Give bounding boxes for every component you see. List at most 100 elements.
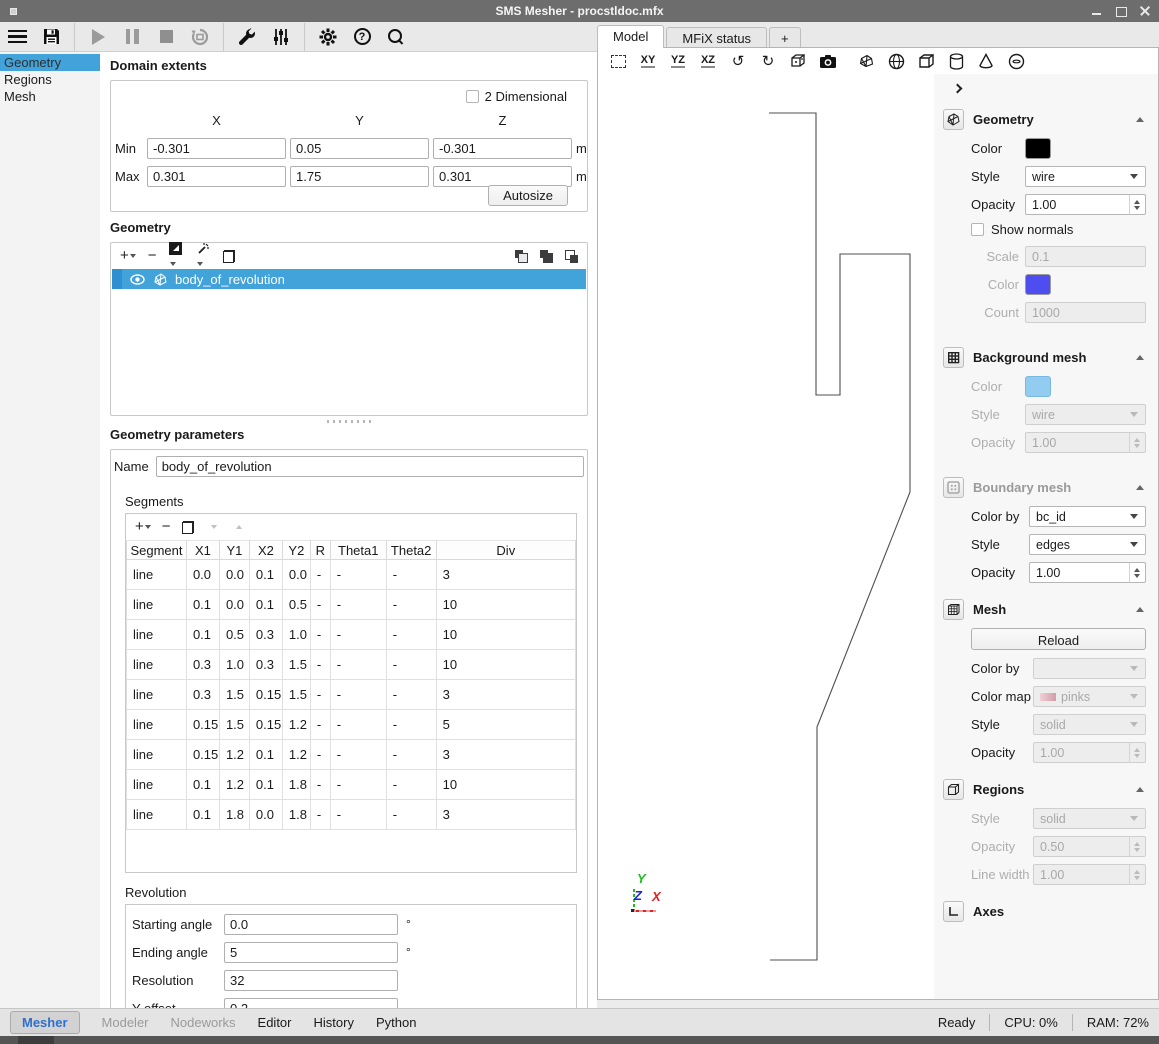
segment-cell[interactable]: 0.5	[219, 620, 249, 650]
intersect-icon[interactable]	[540, 250, 553, 263]
segment-cell[interactable]: line	[127, 800, 187, 830]
mode-modeler[interactable]: Modeler	[102, 1015, 149, 1030]
close-button[interactable]	[1139, 5, 1151, 17]
segment-cell[interactable]: -	[310, 620, 330, 650]
segment-cell[interactable]: 1.5	[282, 650, 310, 680]
segment-cell[interactable]: 1.2	[282, 740, 310, 770]
segment-cell[interactable]: 0.15	[249, 710, 282, 740]
rotate-left-button[interactable]: ↺	[727, 51, 749, 71]
segment-cell[interactable]: -	[330, 770, 386, 800]
tab-mfix-status[interactable]: MFiX status	[666, 27, 767, 48]
segment-cell[interactable]: -	[386, 800, 436, 830]
segment-cell[interactable]: -	[310, 590, 330, 620]
normals-scale-input[interactable]: 0.1	[1025, 246, 1146, 267]
maximize-button[interactable]	[1115, 5, 1127, 17]
segment-cell[interactable]: -	[310, 770, 330, 800]
segment-cell[interactable]: 0.1	[249, 740, 282, 770]
segment-cell[interactable]: -	[386, 710, 436, 740]
segment-cell[interactable]: line	[127, 650, 187, 680]
segment-cell[interactable]: line	[127, 710, 187, 740]
segment-cell[interactable]: line	[127, 620, 187, 650]
boundary-mesh-style-dropdown[interactable]: edges	[1029, 534, 1146, 555]
segment-cell[interactable]: 1.5	[282, 680, 310, 710]
mesh-color-by-dropdown[interactable]	[1033, 658, 1146, 679]
add-segment-button[interactable]: +	[135, 520, 151, 534]
segment-cell[interactable]: 1.0	[282, 620, 310, 650]
segment-cell[interactable]: line	[127, 560, 187, 590]
splitter-handle[interactable]	[327, 420, 371, 423]
segment-cell[interactable]: 0.3	[249, 620, 282, 650]
move-up-icon[interactable]	[236, 525, 242, 529]
move-down-icon[interactable]	[211, 525, 217, 529]
segment-cell[interactable]: -	[386, 770, 436, 800]
show-normals-checkbox[interactable]	[971, 223, 984, 236]
mode-history[interactable]: History	[314, 1015, 354, 1030]
segment-cell[interactable]: 0.1	[249, 590, 282, 620]
parameters-button[interactable]	[268, 25, 294, 49]
reset-button[interactable]	[187, 25, 213, 49]
segment-cell[interactable]: 0.3	[186, 680, 219, 710]
segment-cell[interactable]: 0.15	[249, 680, 282, 710]
ending-angle-input[interactable]	[224, 942, 398, 963]
add-sphere-button[interactable]	[885, 51, 907, 71]
remove-geometry-button[interactable]: −	[148, 249, 157, 263]
normals-count-input[interactable]: 1000	[1025, 302, 1146, 323]
geometry-visibility-toggle[interactable]	[943, 109, 964, 130]
segment-cell[interactable]: -	[330, 710, 386, 740]
segment-cell[interactable]: -	[330, 650, 386, 680]
segment-cell[interactable]: 0.1	[186, 770, 219, 800]
name-input[interactable]	[156, 456, 584, 477]
segment-cell[interactable]: 0.1	[186, 620, 219, 650]
add-cone-button[interactable]	[975, 51, 997, 71]
segment-cell[interactable]: 1.0	[219, 650, 249, 680]
segment-cell[interactable]: -	[310, 650, 330, 680]
spinner-arrows[interactable]	[1129, 195, 1144, 214]
regions-style-dropdown[interactable]: solid	[1033, 808, 1146, 829]
segment-cell[interactable]: line	[127, 590, 187, 620]
segment-cell[interactable]: 3	[436, 680, 575, 710]
mesh-reload-button[interactable]: Reload	[971, 628, 1146, 650]
mode-editor[interactable]: Editor	[258, 1015, 292, 1030]
collapse-arrow-icon[interactable]	[1136, 787, 1144, 792]
starting-angle-input[interactable]	[224, 914, 398, 935]
boundary-mesh-visibility-toggle[interactable]	[943, 477, 964, 498]
segment-cell[interactable]: 0.15	[186, 740, 219, 770]
two-dimensional-checkbox[interactable]	[466, 90, 479, 103]
segment-cell[interactable]: 0.0	[282, 560, 310, 590]
segment-cell[interactable]: -	[386, 620, 436, 650]
menu-button[interactable]	[4, 25, 30, 49]
segment-cell[interactable]: 5	[436, 710, 575, 740]
mesh-color-map-dropdown[interactable]: pinks	[1033, 686, 1146, 707]
ymin-input[interactable]	[290, 138, 429, 159]
segment-cell[interactable]: 0.0	[219, 560, 249, 590]
collapse-arrow-icon[interactable]	[1136, 355, 1144, 360]
mode-mesher-button[interactable]: Mesher	[10, 1011, 80, 1034]
segment-cell[interactable]: -	[310, 560, 330, 590]
minimize-button[interactable]	[1091, 5, 1103, 17]
run-button[interactable]	[85, 25, 111, 49]
segment-cell[interactable]: -	[386, 560, 436, 590]
background-mesh-opacity-spinbox[interactable]: 1.00	[1025, 432, 1146, 453]
geometry-tree-item[interactable]: body_of_revolution	[112, 269, 586, 289]
segment-cell[interactable]: -	[330, 560, 386, 590]
segment-cell[interactable]: -	[386, 740, 436, 770]
tab-model[interactable]: Model	[597, 25, 664, 48]
view-xz-button[interactable]: XZ	[697, 51, 719, 71]
nav-item-regions[interactable]: Regions	[0, 71, 100, 88]
segment-cell[interactable]: 1.2	[219, 770, 249, 800]
segment-cell[interactable]: 1.2	[282, 710, 310, 740]
resolution-input[interactable]	[224, 970, 398, 991]
segment-cell[interactable]: -	[310, 800, 330, 830]
collapse-arrow-icon[interactable]	[1136, 117, 1144, 122]
remove-segment-button[interactable]: −	[162, 520, 171, 534]
segment-cell[interactable]: 0.3	[249, 650, 282, 680]
segment-cell[interactable]: -	[330, 800, 386, 830]
mesh-opacity-spinbox[interactable]: 1.00	[1033, 742, 1146, 763]
segment-cell[interactable]: 3	[436, 740, 575, 770]
segment-cell[interactable]: -	[330, 680, 386, 710]
boundary-mesh-opacity-spinbox[interactable]: 1.00	[1029, 562, 1146, 583]
segment-cell[interactable]: 0.3	[186, 650, 219, 680]
build-button[interactable]	[234, 25, 260, 49]
segment-cell[interactable]: -	[386, 590, 436, 620]
segment-cell[interactable]: line	[127, 740, 187, 770]
